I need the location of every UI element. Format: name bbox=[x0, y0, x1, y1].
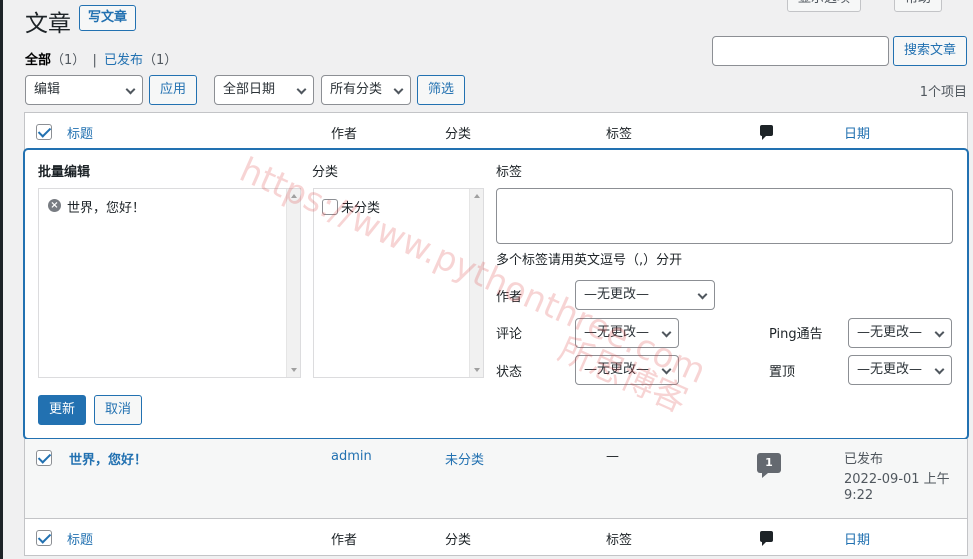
column-author-footer: 作者 bbox=[331, 533, 358, 548]
help-button[interactable]: 帮助 bbox=[894, 0, 943, 12]
bulk-tags-textarea[interactable] bbox=[496, 188, 953, 244]
post-category-link[interactable]: 未分类 bbox=[445, 449, 484, 468]
search-input[interactable] bbox=[712, 36, 889, 66]
apply-button[interactable]: 应用 bbox=[149, 75, 197, 105]
select-all-checkbox[interactable] bbox=[36, 124, 52, 140]
chevron-down-icon bbox=[661, 327, 672, 338]
chevron-down-icon bbox=[934, 327, 945, 338]
category-checkbox[interactable] bbox=[322, 199, 338, 215]
bulk-edit-panel: 批量编辑 × 世界，您好！ 分类 未分类 标签 多个标签请用英文逗号（,）分开 … bbox=[24, 149, 968, 439]
scroll-down-icon bbox=[474, 368, 480, 372]
column-categories-footer: 分类 bbox=[445, 533, 472, 548]
column-date-sort[interactable]: 日期 bbox=[844, 123, 870, 142]
post-tags: — bbox=[606, 449, 619, 464]
bulk-cancel-button[interactable]: 取消 bbox=[94, 395, 142, 425]
select-all-checkbox-footer[interactable] bbox=[36, 530, 52, 546]
post-list-scrollbar[interactable] bbox=[286, 189, 300, 377]
bulk-edit-post-item: 世界，您好！ bbox=[67, 201, 146, 216]
chevron-down-icon bbox=[934, 364, 945, 375]
post-date: 2022-09-01 上午 bbox=[844, 472, 950, 487]
table-row: 世界，您好！ admin 未分类 — 1 已发布 2022-09-01 上午 9… bbox=[24, 439, 968, 519]
comment-count-bubble[interactable]: 1 bbox=[757, 453, 781, 478]
table-header: 标题 作者 分类 标签 日期 bbox=[24, 112, 968, 150]
scroll-down-icon bbox=[291, 368, 297, 372]
chevron-down-icon bbox=[393, 84, 404, 95]
bulk-sticky-value: —无更改— bbox=[857, 362, 923, 377]
search-posts-button[interactable]: 搜索文章 bbox=[893, 36, 967, 66]
date-filter-select[interactable]: 全部日期 bbox=[214, 75, 314, 105]
bulk-ping-value: —无更改— bbox=[857, 325, 923, 340]
items-count: 1个项目 bbox=[919, 85, 967, 100]
category-filter-select[interactable]: 所有分类 bbox=[321, 75, 411, 105]
column-title-sort[interactable]: 标题 bbox=[67, 123, 93, 142]
chevron-down-icon bbox=[296, 84, 307, 95]
bulk-tags-label: 标签 bbox=[496, 165, 523, 180]
category-option-label: 未分类 bbox=[341, 201, 381, 216]
chevron-down-icon bbox=[697, 289, 708, 300]
bulk-categories-label: 分类 bbox=[312, 165, 339, 180]
column-author: 作者 bbox=[331, 127, 358, 142]
page-title: 文章 bbox=[25, 11, 71, 37]
category-filter-value: 所有分类 bbox=[330, 82, 383, 97]
date-filter-value: 全部日期 bbox=[223, 82, 276, 97]
post-status: 已发布 bbox=[844, 452, 884, 467]
post-checkbox[interactable] bbox=[36, 450, 52, 466]
table-footer: 标题 作者 分类 标签 日期 bbox=[24, 518, 968, 556]
remove-icon[interactable]: × bbox=[48, 199, 61, 212]
bulk-comments-select[interactable]: —无更改— bbox=[575, 318, 679, 348]
bulk-action-select[interactable]: 编辑 bbox=[25, 75, 143, 105]
bulk-status-label: 状态 bbox=[496, 365, 523, 380]
view-published-count: （1） bbox=[142, 53, 178, 68]
bulk-edit-heading: 批量编辑 bbox=[38, 165, 91, 180]
view-all-count: （1） bbox=[51, 53, 86, 68]
post-time: 9:22 bbox=[844, 488, 874, 503]
bulk-author-select[interactable]: —无更改— bbox=[575, 280, 715, 310]
column-categories: 分类 bbox=[445, 127, 472, 142]
bulk-ping-label: Ping通告 bbox=[769, 327, 823, 342]
screen-options-button[interactable]: 显示选项 bbox=[787, 0, 862, 12]
column-tags: 标签 bbox=[606, 127, 633, 142]
admin-sidebar-edge bbox=[0, 0, 3, 559]
chevron-down-icon bbox=[125, 84, 136, 95]
post-status-views: 全部（1） | 已发布（1） bbox=[25, 49, 177, 68]
bulk-author-value: —无更改— bbox=[584, 287, 650, 302]
bulk-update-button[interactable]: 更新 bbox=[38, 395, 86, 425]
tags-hint: 多个标签请用英文逗号（,）分开 bbox=[496, 253, 683, 268]
bulk-action-value: 编辑 bbox=[34, 82, 61, 97]
comment-icon[interactable] bbox=[760, 531, 773, 546]
column-title-sort-footer[interactable]: 标题 bbox=[67, 529, 93, 548]
bulk-comments-label: 评论 bbox=[496, 327, 523, 342]
post-title-link[interactable]: 世界，您好！ bbox=[69, 449, 147, 468]
view-published-link[interactable]: 已发布 bbox=[104, 53, 143, 68]
bulk-comments-value: —无更改— bbox=[584, 325, 650, 340]
post-author-link[interactable]: admin bbox=[331, 449, 372, 464]
add-new-post-button[interactable]: 写文章 bbox=[79, 5, 137, 31]
column-date-sort-footer[interactable]: 日期 bbox=[844, 529, 870, 548]
bulk-edit-post-list: × 世界，您好！ bbox=[38, 188, 301, 378]
bulk-sticky-select[interactable]: —无更改— bbox=[848, 355, 952, 385]
bulk-status-select[interactable]: —无更改— bbox=[575, 355, 679, 385]
bulk-ping-select[interactable]: —无更改— bbox=[848, 318, 952, 348]
chevron-down-icon bbox=[661, 364, 672, 375]
view-separator: | bbox=[92, 53, 97, 68]
view-all-link[interactable]: 全部 bbox=[25, 53, 51, 68]
column-tags-footer: 标签 bbox=[606, 533, 633, 548]
filter-button[interactable]: 筛选 bbox=[417, 75, 465, 105]
scroll-up-icon bbox=[474, 194, 480, 198]
bulk-author-label: 作者 bbox=[496, 290, 523, 305]
categories-scrollbar[interactable] bbox=[469, 189, 483, 377]
scroll-up-icon bbox=[291, 194, 297, 198]
comment-icon[interactable] bbox=[760, 125, 773, 140]
bulk-status-value: —无更改— bbox=[584, 362, 650, 377]
bulk-categories-list: 未分类 bbox=[313, 188, 484, 378]
bulk-sticky-label: 置顶 bbox=[769, 365, 796, 380]
